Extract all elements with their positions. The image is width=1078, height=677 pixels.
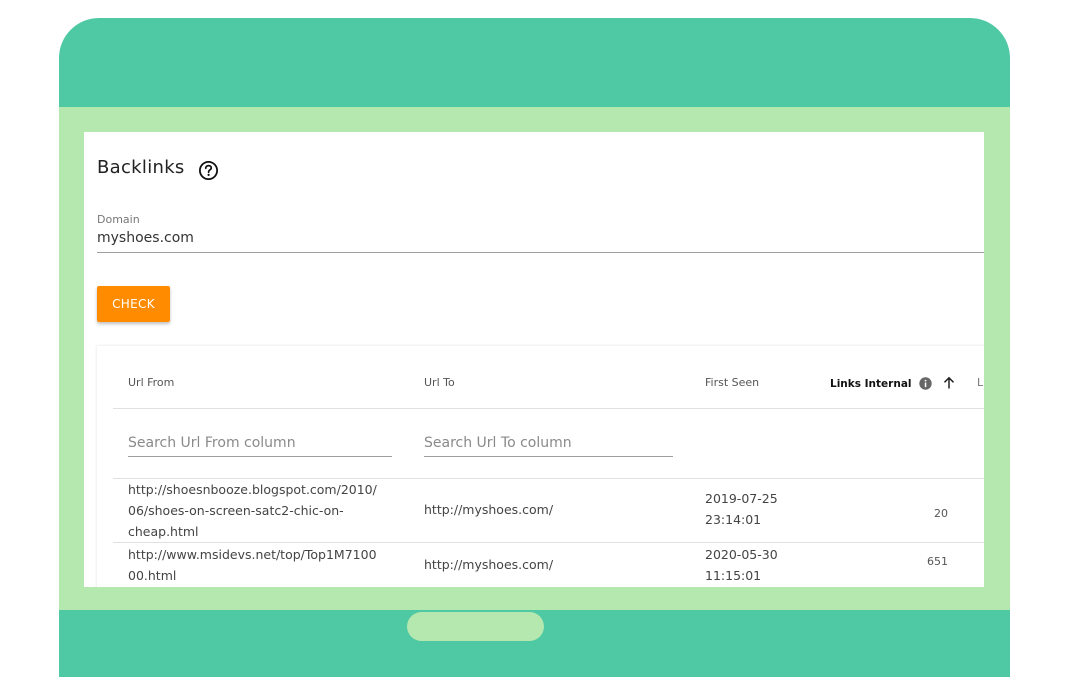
cell-url-from[interactable]: http://www.msidevs.net/top/Top1M7100 00.… xyxy=(128,544,377,586)
title-row: Backlinks xyxy=(97,154,219,181)
page-title: Backlinks xyxy=(97,157,185,178)
header-divider xyxy=(113,408,984,409)
column-header-first-seen[interactable]: First Seen xyxy=(705,376,759,389)
cell-links-internal: 651 xyxy=(927,555,948,568)
row-divider xyxy=(113,542,984,543)
tablet-frame: Backlinks Domain myshoes.com CHECK Url F… xyxy=(59,18,1010,677)
column-header-links-internal[interactable]: Links Internal xyxy=(830,376,956,390)
column-header-links-internal-label: Links Internal xyxy=(830,378,912,390)
arrow-up-icon[interactable] xyxy=(942,376,956,390)
cell-url-from[interactable]: http://shoesnbooze.blogspot.com/2010/ 06… xyxy=(128,479,377,542)
info-icon[interactable] xyxy=(919,377,932,390)
tablet-home-button xyxy=(407,612,544,641)
cell-first-seen: 2019-07-25 23:14:01 xyxy=(705,491,778,527)
check-button[interactable]: CHECK xyxy=(97,286,170,322)
backlinks-panel: Backlinks Domain myshoes.com CHECK Url F… xyxy=(84,132,984,587)
cell-links-internal: 20 xyxy=(934,507,948,520)
domain-label: Domain xyxy=(97,213,140,226)
column-header-cut[interactable]: L xyxy=(977,376,983,389)
cell-first-seen: 2020-05-30 11:15:01 xyxy=(705,547,778,583)
cell-url-to[interactable]: http://myshoes.com/ xyxy=(424,499,553,520)
cell-url-to[interactable]: http://myshoes.com/ xyxy=(424,554,553,575)
search-url-from-input[interactable] xyxy=(128,430,392,457)
help-circle-icon[interactable] xyxy=(198,160,219,181)
column-header-url-from[interactable]: Url From xyxy=(128,376,174,389)
column-header-url-to[interactable]: Url To xyxy=(424,376,455,389)
tablet-screen: Backlinks Domain myshoes.com CHECK Url F… xyxy=(59,107,1010,610)
backlinks-table: Url From Url To First Seen Links Interna… xyxy=(97,346,984,587)
search-url-to-input[interactable] xyxy=(424,430,673,457)
domain-input[interactable]: myshoes.com xyxy=(97,230,984,253)
domain-field[interactable]: Domain myshoes.com xyxy=(97,213,984,253)
